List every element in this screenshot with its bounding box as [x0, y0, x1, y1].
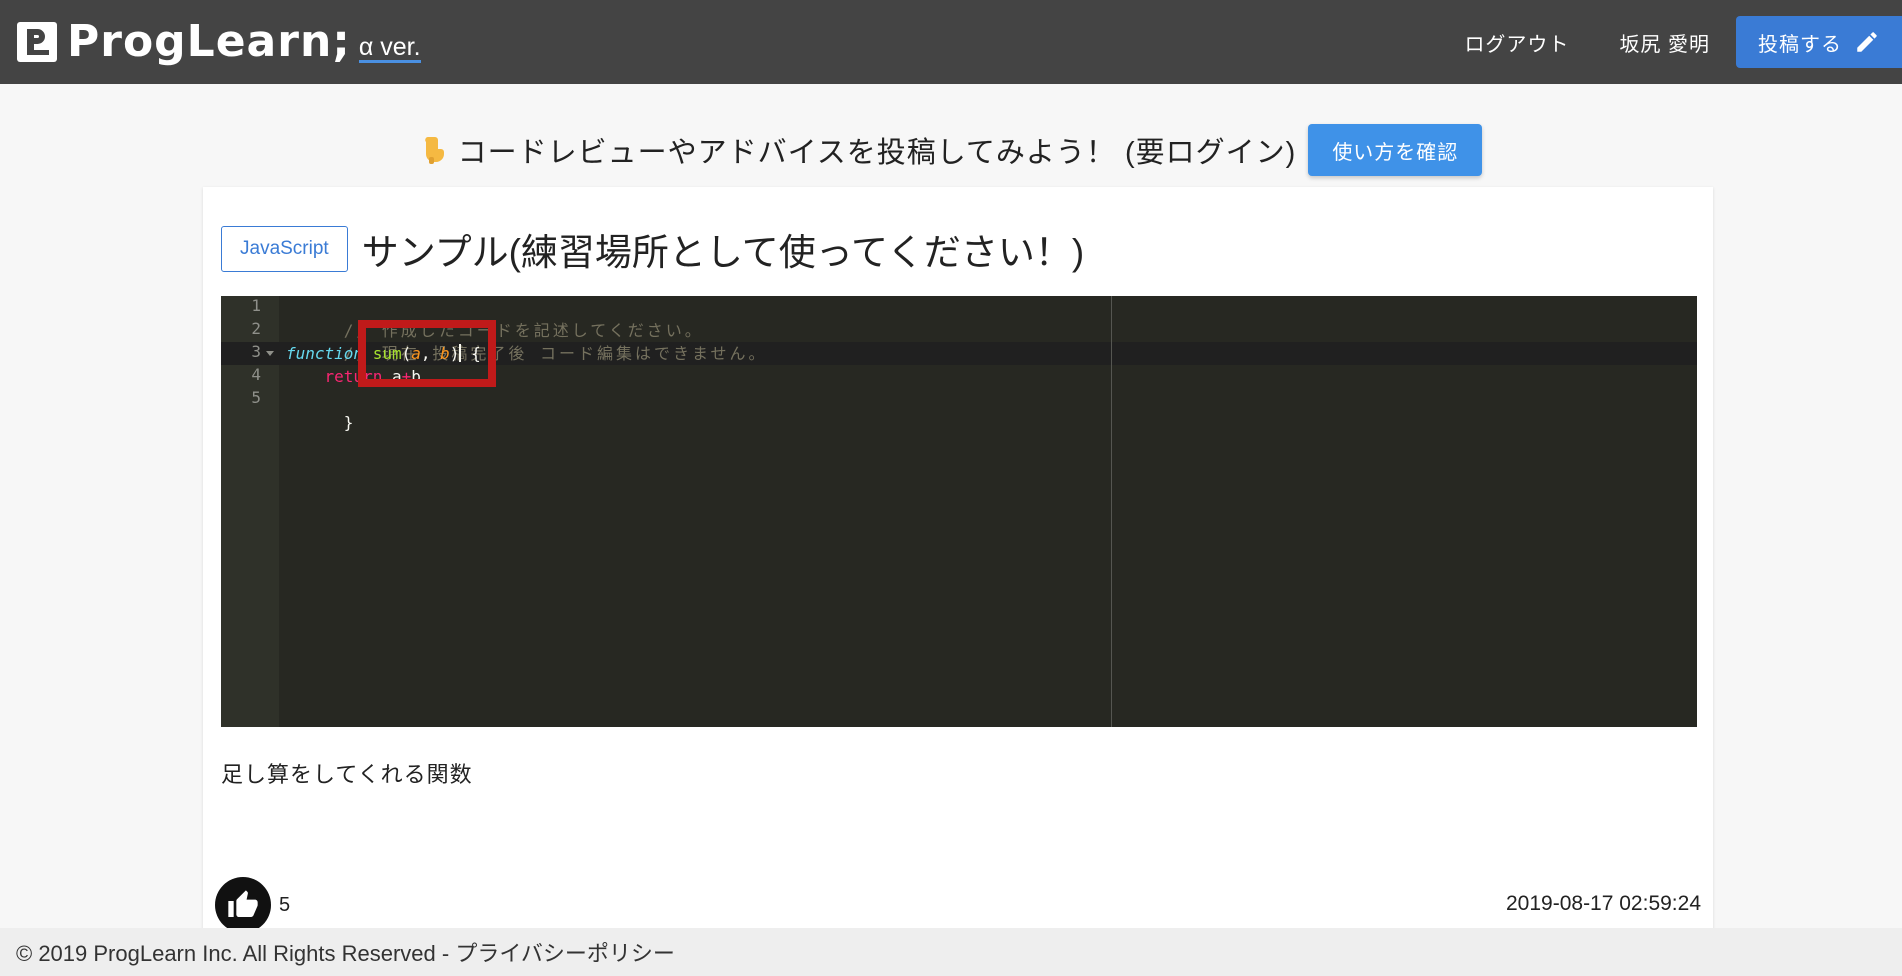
- logo-version[interactable]: α ver.: [358, 34, 421, 63]
- post-card: JavaScript サンプル(練習場所として使ってください！) 1 2 3 4…: [203, 187, 1713, 947]
- line-number: 4: [251, 365, 261, 384]
- top-header: ProgLearn; α ver. ログアウト 坂尻 愛明 投稿する: [0, 0, 1902, 84]
- user-name-link[interactable]: 坂尻 愛明: [1619, 28, 1710, 57]
- language-badge[interactable]: JavaScript: [221, 226, 348, 272]
- fold-arrow-icon[interactable]: [266, 351, 274, 356]
- promo-banner: コードレビューやアドバイスを投稿してみよう！ (要ログイン) 使い方を確認: [0, 124, 1902, 176]
- like-row: 5: [215, 877, 290, 933]
- footer-text[interactable]: © 2019 ProgLearn Inc. All Rights Reserve…: [16, 936, 675, 968]
- post-button-label: 投稿する: [1758, 33, 1842, 56]
- pencil-icon: [1857, 32, 1877, 52]
- code-editor[interactable]: 1 2 3 4 5 // 作成したコードを記述してください。 // 現在 投稿完…: [221, 296, 1697, 727]
- thumbs-up-icon: [228, 890, 258, 917]
- promo-text: コードレビューやアドバイスを投稿してみよう！ (要ログイン): [457, 137, 1297, 169]
- code-keyword: function: [286, 344, 364, 363]
- post-title: サンプル(練習場所として使ってください！): [361, 232, 1085, 273]
- logout-link[interactable]: ログアウト: [1464, 28, 1569, 57]
- like-count: 5: [279, 893, 291, 916]
- post-timestamp: 2019-08-17 02:59:24: [1506, 892, 1701, 915]
- logo-icon: [17, 22, 57, 62]
- code-line-5: }: [286, 388, 354, 432]
- site-logo[interactable]: ProgLearn; α ver.: [17, 18, 421, 66]
- line-number: 5: [251, 388, 261, 407]
- post-description: 足し算をしてくれる関数: [221, 762, 473, 787]
- howto-button[interactable]: 使い方を確認: [1308, 124, 1483, 176]
- like-button[interactable]: [215, 877, 271, 933]
- annotation-highlight-box: [358, 320, 496, 387]
- header-nav: ログアウト 坂尻 愛明 投稿する: [1464, 0, 1902, 84]
- print-margin: [1111, 296, 1112, 727]
- line-number: 1: [251, 296, 261, 315]
- pointing-hand-icon: [424, 137, 444, 164]
- code-punct: }: [343, 413, 354, 432]
- page-footer: © 2019 ProgLearn Inc. All Rights Reserve…: [0, 928, 1902, 976]
- logo-text: ProgLearn;: [67, 16, 351, 67]
- post-title-row: JavaScript サンプル(練習場所として使ってください！): [221, 222, 1084, 276]
- line-number: 3: [251, 342, 261, 361]
- post-button[interactable]: 投稿する: [1736, 16, 1902, 68]
- code-line-1: // 作成したコードを記述してください。: [286, 296, 704, 340]
- line-number: 2: [251, 319, 261, 338]
